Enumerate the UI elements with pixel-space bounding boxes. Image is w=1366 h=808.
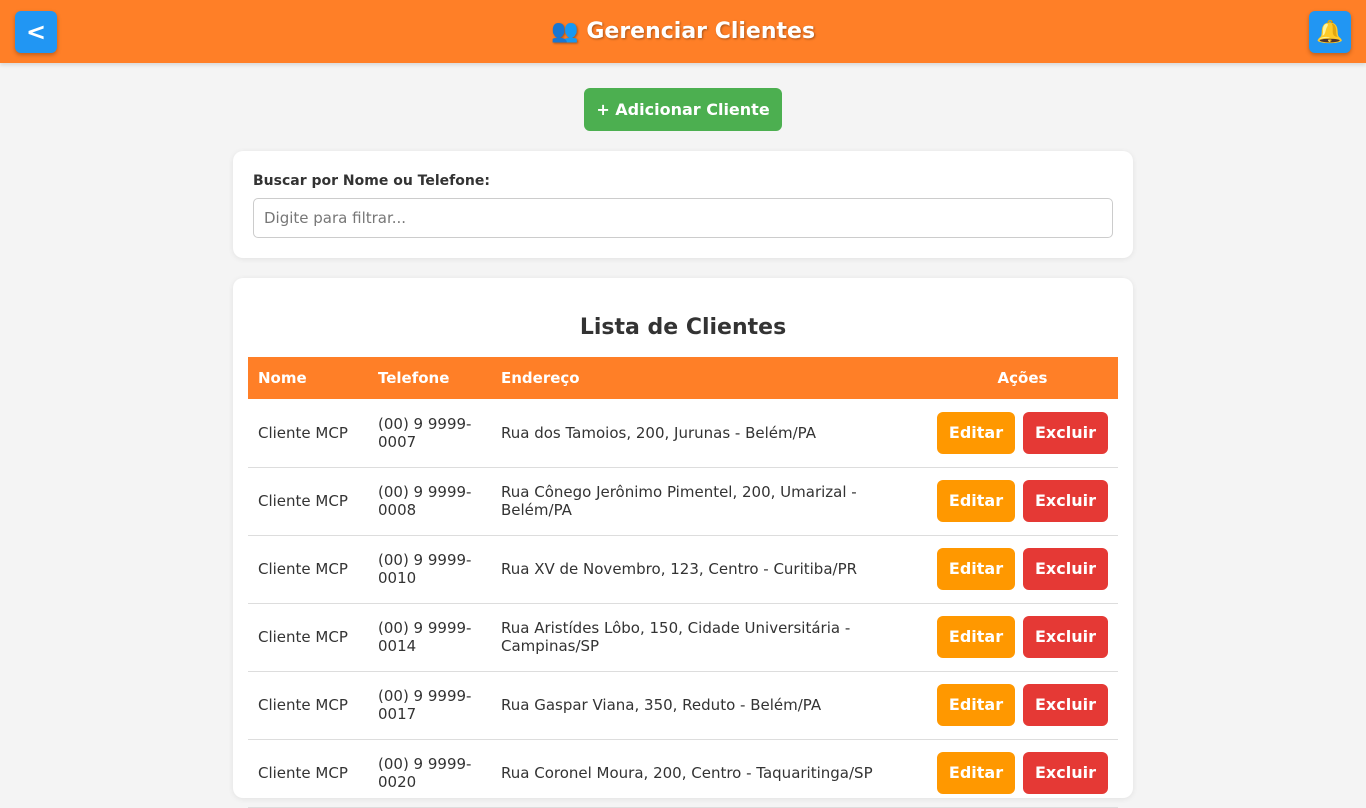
row-actions: Editar Excluir (927, 535, 1118, 604)
client-phone: (00) 9 9999-0017 (368, 671, 491, 740)
edit-button[interactable]: Editar (937, 684, 1015, 726)
table-row: Cliente MCP (00) 9 9999-0008 Rua Cônego Je… (248, 467, 1118, 536)
row-actions: Editar Excluir (927, 739, 1118, 808)
search-card: Buscar por Nome ou Telefone: (233, 151, 1133, 258)
row-actions: Editar Excluir (927, 603, 1118, 672)
search-label: Buscar por Nome ou Telefone: (253, 173, 490, 189)
client-address: Rua XV de Novembro, 123, Centro - Curiti… (491, 535, 927, 604)
client-phone: (00) 9 9999-0007 (368, 399, 491, 468)
column-header-phone: Telefone (368, 357, 491, 399)
page-title: 👥 Gerenciar Clientes (0, 0, 1366, 63)
client-name: Cliente MCP (248, 603, 368, 672)
edit-button[interactable]: Editar (937, 616, 1015, 658)
delete-button[interactable]: Excluir (1023, 616, 1108, 658)
page-title-text: Gerenciar Clientes (586, 19, 816, 44)
edit-button[interactable]: Editar (937, 411, 1015, 454)
client-address: Rua Coronel Moura, 200, Centro - Taquari… (491, 739, 927, 808)
client-address: Rua Cônego Jerônimo Pimentel, 200, Umari… (491, 467, 927, 536)
edit-button[interactable]: Editar (937, 480, 1015, 522)
top-header: < 👥 Gerenciar Clientes 🔔 (0, 0, 1366, 63)
row-actions: Editar Excluir (927, 399, 1118, 468)
list-title: Lista de Clientes (579, 315, 787, 340)
delete-button[interactable]: Excluir (1023, 548, 1108, 590)
client-phone: (00) 9 9999-0008 (368, 467, 491, 536)
column-header-address: Endereço (491, 357, 927, 399)
row-actions: Editar Excluir (927, 467, 1118, 536)
column-header-actions: Ações (927, 357, 1118, 399)
client-name: Cliente MCP (248, 467, 368, 536)
search-input[interactable] (253, 198, 1113, 238)
client-phone: (00) 9 9999-0010 (368, 535, 491, 604)
row-actions: Editar Excluir (927, 671, 1118, 740)
delete-button[interactable]: Excluir (1023, 684, 1108, 726)
client-address: Rua Gaspar Viana, 350, Reduto - Belém/PA (491, 671, 927, 740)
back-button[interactable]: < (15, 11, 57, 53)
table-header-row: Nome Telefone Endereço Ações (248, 357, 1118, 399)
client-address: Rua Aristídes Lôbo, 150, Cidade Universi… (491, 603, 927, 672)
column-header-name: Nome (248, 357, 368, 399)
clients-table: Nome Telefone Endereço Ações Cliente MCP… (248, 357, 1118, 808)
client-name: Cliente MCP (248, 399, 368, 468)
client-phone: (00) 9 9999-0020 (368, 739, 491, 808)
table-row: Cliente MCP (00) 9 9999-0007 Rua dos Tamoi… (248, 399, 1118, 468)
client-name: Cliente MCP (248, 535, 368, 604)
table-row: Cliente MCP (00) 9 9999-0014 Rua Aristídes… (248, 603, 1118, 672)
users-icon: 👥 (550, 19, 579, 44)
client-address: Rua dos Tamoios, 200, Jurunas - Belém/PA (491, 399, 927, 468)
clients-list-card: Lista de Clientes Nome Telefone Endereço… (233, 278, 1133, 808)
delete-button[interactable]: Excluir (1023, 480, 1108, 522)
client-name: Cliente MCP (248, 671, 368, 740)
delete-button[interactable]: Excluir (1023, 411, 1108, 454)
edit-button[interactable]: Editar (937, 752, 1015, 794)
table-row: Cliente MCP (00) 9 9999-0020 Rua Coronel M… (248, 739, 1118, 808)
table-body: Cliente MCP (00) 9 9999-0007 Rua dos Tamoi… (248, 399, 1118, 808)
client-phone: (00) 9 9999-0014 (368, 603, 491, 672)
add-client-button[interactable]: + Adicionar Cliente (584, 88, 782, 131)
delete-button[interactable]: Excluir (1023, 752, 1108, 794)
table-row: Cliente MCP (00) 9 9999-0017 Rua Gaspar Vi… (248, 671, 1118, 740)
edit-button[interactable]: Editar (937, 548, 1015, 590)
client-name: Cliente MCP (248, 739, 368, 808)
table-row: Cliente MCP (00) 9 9999-0010 Rua XV de Nov… (248, 535, 1118, 604)
bell-icon: 🔔 (1316, 19, 1344, 45)
notifications-button[interactable]: 🔔 (1309, 11, 1351, 53)
